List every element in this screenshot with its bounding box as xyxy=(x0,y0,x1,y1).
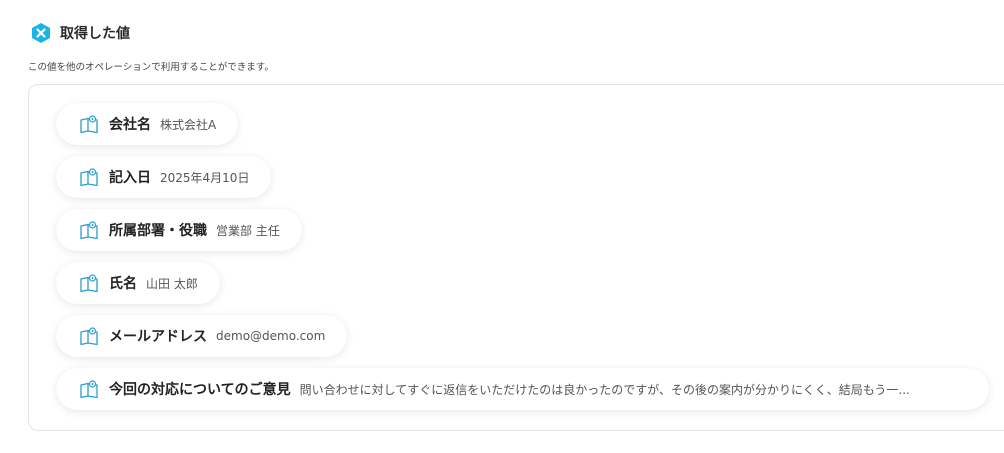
value-chip-email[interactable]: メールアドレス demo@demo.com xyxy=(56,315,348,357)
field-value: 営業部 主任 xyxy=(216,223,280,238)
field-label: 所属部署・役職 xyxy=(109,223,207,239)
field-value: 山田 太郎 xyxy=(146,276,198,291)
field-label: 氏名 xyxy=(109,276,137,292)
book-icon xyxy=(80,168,98,187)
yoom-hex-icon xyxy=(32,23,50,43)
book-icon xyxy=(80,274,98,293)
field-label: メールアドレス xyxy=(109,329,207,345)
book-icon xyxy=(80,115,98,134)
value-chip-feedback[interactable]: 今回の対応についてのご意見 問い合わせに対してすぐに返信をいただけたのは良かった… xyxy=(56,368,989,410)
value-chip-company-name[interactable]: 会社名 株式会社A xyxy=(56,103,239,145)
section-title: 取得した値 xyxy=(60,26,130,42)
book-icon xyxy=(80,327,98,346)
book-icon xyxy=(80,380,98,399)
section-description: この値を他のオペレーションで利用することができます。 xyxy=(28,62,274,73)
value-chip-full-name[interactable]: 氏名 山田 太郎 xyxy=(56,262,220,304)
value-chip-department-position[interactable]: 所属部署・役職 営業部 主任 xyxy=(56,209,302,251)
field-label: 記入日 xyxy=(109,170,151,186)
section-header: 取得した値 xyxy=(30,22,130,44)
field-value: demo@demo.com xyxy=(216,329,326,343)
values-panel: 会社名 株式会社A 記入日 2025年4月10日 所属部署・役職 営業部 主任 … xyxy=(28,84,1004,431)
field-value: 株式会社A xyxy=(160,117,217,132)
book-icon xyxy=(80,221,98,240)
field-label: 今回の対応についてのご意見 xyxy=(109,382,291,398)
field-label: 会社名 xyxy=(109,117,151,133)
value-chip-entry-date[interactable]: 記入日 2025年4月10日 xyxy=(56,156,272,198)
field-value: 2025年4月10日 xyxy=(160,170,250,185)
field-value: 問い合わせに対してすぐに返信をいただけたのは良かったのですが、その後の案内が分か… xyxy=(299,382,910,397)
